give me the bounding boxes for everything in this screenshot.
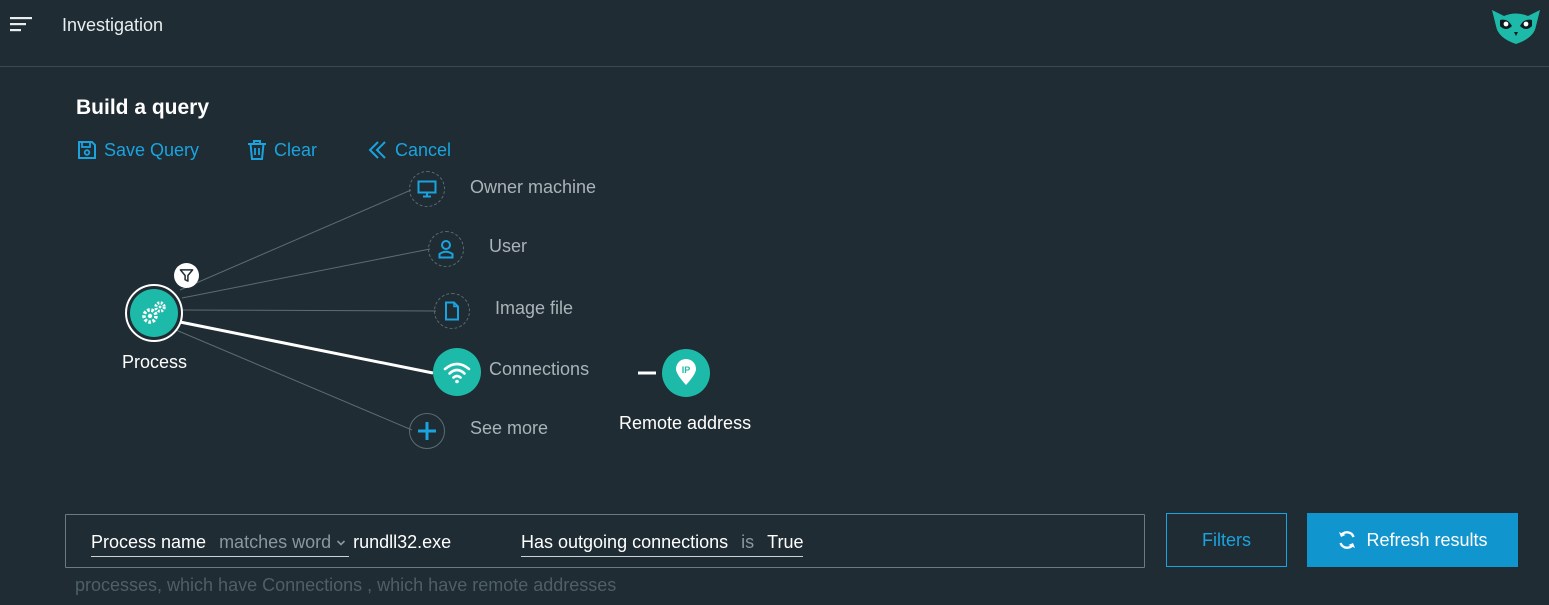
user-label[interactable]: User <box>489 236 527 257</box>
query-conditions-box[interactable]: Process name matches word rundll32.exe H… <box>65 514 1145 568</box>
double-chevron-left-icon <box>368 141 386 159</box>
process-filter-badge[interactable] <box>174 263 199 288</box>
remote-address-node[interactable]: IP <box>662 349 710 397</box>
condition-process-name-underline: Process name matches word <box>91 532 350 557</box>
svg-text:IP: IP <box>682 365 691 375</box>
condition-operator-select[interactable]: matches word <box>219 532 331 553</box>
save-query-label: Save Query <box>104 139 200 160</box>
image-file-label[interactable]: Image file <box>495 298 573 319</box>
trash-icon <box>248 140 266 160</box>
connections-label[interactable]: Connections <box>489 359 589 380</box>
condition-value[interactable]: True <box>767 532 803 553</box>
condition-outgoing-connections-underline: Has outgoing connections is True <box>521 532 804 557</box>
condition-process-name[interactable]: Process name matches word rundll32.exe <box>91 529 451 557</box>
see-more-label[interactable]: See more <box>470 418 548 439</box>
filter-icon <box>179 269 194 282</box>
page-title: Build a query <box>76 96 210 119</box>
cancel-button[interactable]: Cancel <box>368 137 451 163</box>
clear-button[interactable]: Clear <box>247 137 317 163</box>
process-node-label: Process <box>122 352 188 372</box>
connections-node[interactable] <box>433 348 481 396</box>
remote-address-label: Remote address <box>619 413 752 433</box>
query-summary-text: processes, which have Connections , whic… <box>75 575 617 595</box>
hamburger-menu-icon[interactable] <box>10 15 34 33</box>
top-bar: Investigation <box>0 0 1549 67</box>
owl-logo-icon <box>1492 10 1540 44</box>
refresh-icon <box>1339 531 1356 549</box>
chevron-down-icon[interactable] <box>336 539 346 547</box>
condition-operator[interactable]: is <box>741 532 754 553</box>
process-node-fill <box>130 289 178 337</box>
app-title: Investigation <box>62 15 164 35</box>
gears-icon <box>142 301 166 324</box>
owner-machine-node[interactable] <box>409 171 445 207</box>
filters-button[interactable]: Filters <box>1166 513 1287 567</box>
save-query-button[interactable]: Save Query <box>77 137 199 163</box>
condition-field[interactable]: Has outgoing connections <box>521 532 728 553</box>
image-file-node[interactable] <box>434 293 470 329</box>
cancel-label: Cancel <box>395 139 452 160</box>
monitor-icon <box>417 180 437 198</box>
refresh-results-label: Refresh results <box>1366 529 1488 550</box>
filters-button-label: Filters <box>1202 529 1251 550</box>
ip-pin-icon: IP <box>676 359 696 385</box>
wifi-icon <box>443 362 471 384</box>
process-node[interactable] <box>125 284 183 342</box>
condition-field[interactable]: Process name <box>91 532 206 553</box>
file-icon <box>445 301 459 321</box>
user-node[interactable] <box>428 231 464 267</box>
clear-label: Clear <box>274 139 318 160</box>
owner-machine-label[interactable]: Owner machine <box>470 177 596 198</box>
plus-icon <box>418 422 436 440</box>
user-icon <box>438 240 454 259</box>
condition-outgoing-connections[interactable]: Has outgoing connections is True <box>521 529 804 557</box>
condition-value-input[interactable]: rundll32.exe <box>353 532 451 557</box>
refresh-results-button[interactable]: Refresh results <box>1307 513 1518 567</box>
see-more-node[interactable] <box>409 413 445 449</box>
floppy-disk-icon <box>78 141 96 159</box>
